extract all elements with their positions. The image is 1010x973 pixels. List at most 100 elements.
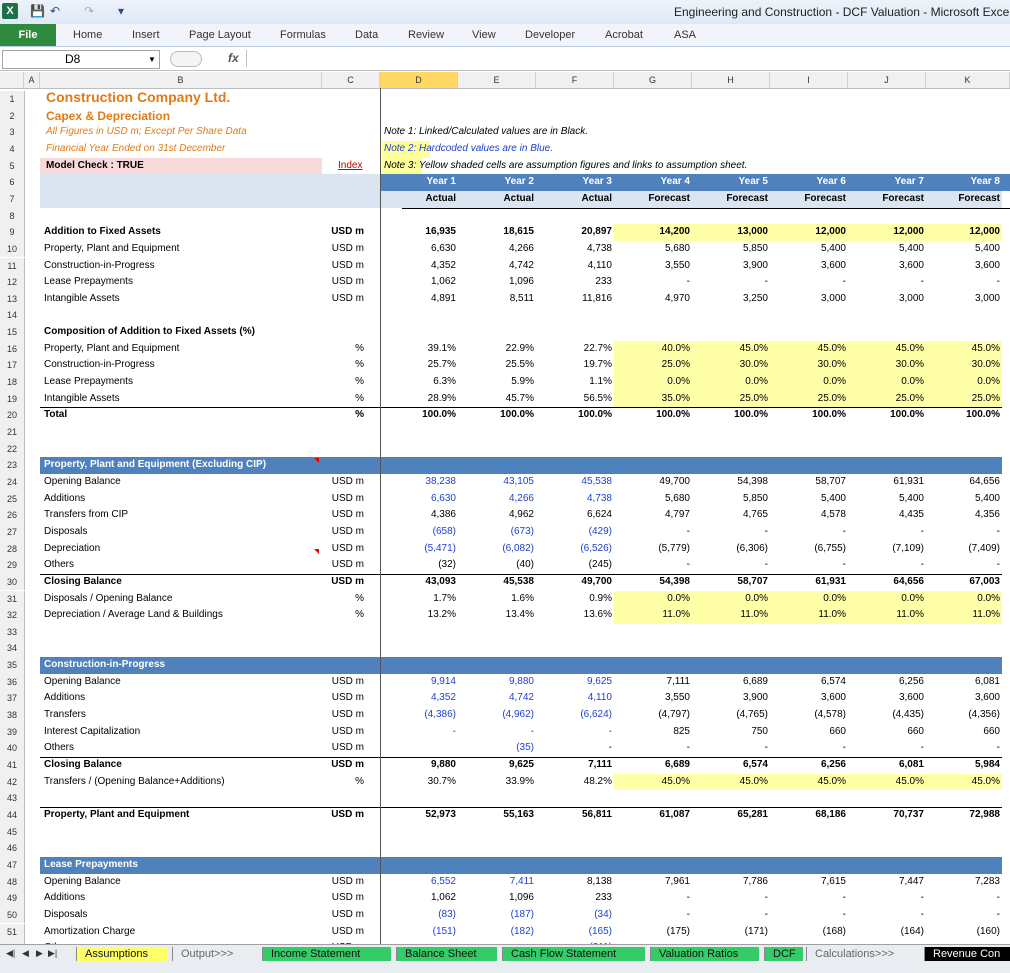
row-header-2[interactable]: 2 — [0, 107, 25, 125]
sheet-tab-calculations[interactable]: Calculations>>> — [806, 947, 919, 961]
tab-insert[interactable]: Insert — [132, 29, 160, 41]
spreadsheet-grid[interactable]: ABCDEFGHIJK 1 2 3 4 5 6 7 8 9 10 11 12 13 14 15 16 17 18 1… — [0, 72, 1010, 944]
row-header-44[interactable]: 44 — [0, 806, 25, 824]
tab-page-layout[interactable]: Page Layout — [189, 29, 251, 41]
row-header-30[interactable]: 30 — [0, 573, 25, 591]
row-header-31[interactable]: 31 — [0, 590, 25, 608]
row-header-5[interactable]: 5 — [0, 157, 25, 175]
column-header-g[interactable]: G — [614, 72, 692, 88]
column-header-h[interactable]: H — [692, 72, 770, 88]
row-header-48[interactable]: 48 — [0, 873, 25, 891]
tab-home[interactable]: Home — [73, 29, 102, 41]
row-header-4[interactable]: 4 — [0, 140, 25, 158]
sheet-tab-income-statement[interactable]: Income Statement — [262, 947, 391, 961]
row-header-19[interactable]: 19 — [0, 390, 25, 408]
tab-acrobat[interactable]: Acrobat — [605, 29, 643, 41]
row-header-28[interactable]: 28 — [0, 540, 25, 558]
redo-icon[interactable]: ↷ — [84, 4, 94, 18]
row-header-39[interactable]: 39 — [0, 723, 25, 741]
row-header-7[interactable]: 7 — [0, 190, 25, 208]
tab-formulas[interactable]: Formulas — [280, 29, 326, 41]
row-header-16[interactable]: 16 — [0, 340, 25, 358]
row-header-21[interactable]: 21 — [0, 424, 25, 441]
row-header-32[interactable]: 32 — [0, 607, 25, 624]
sheet-tab-valuation-ratios[interactable]: Valuation Ratios — [650, 947, 759, 961]
row-header-12[interactable]: 12 — [0, 274, 25, 291]
undo-icon[interactable]: ↶ — [50, 4, 60, 18]
select-all-corner[interactable] — [0, 72, 24, 88]
sheet-tab-cash-flow-statement[interactable]: Cash Flow Statement — [502, 947, 645, 961]
row-header-23[interactable]: 23 — [0, 457, 25, 474]
row-header-38[interactable]: 38 — [0, 707, 25, 724]
row-header-43[interactable]: 43 — [0, 790, 25, 807]
row-header-50[interactable]: 50 — [0, 906, 25, 924]
prev-sheet-icon[interactable]: ◀ — [22, 948, 29, 959]
row-header-46[interactable]: 46 — [0, 840, 25, 857]
column-header-j[interactable]: J — [848, 72, 926, 88]
row-header-41[interactable]: 41 — [0, 757, 25, 774]
row-header-18[interactable]: 18 — [0, 374, 25, 391]
column-header-a[interactable]: A — [24, 72, 40, 88]
customize-quick-access-icon[interactable]: ▾ — [118, 4, 124, 18]
row-header-25[interactable]: 25 — [0, 490, 25, 508]
tab-data[interactable]: Data — [355, 29, 378, 41]
row-header-8[interactable]: 8 — [0, 207, 25, 225]
row-header-45[interactable]: 45 — [0, 823, 25, 841]
row-header-13[interactable]: 13 — [0, 290, 25, 308]
sheet-tab-output[interactable]: Output>>> — [172, 947, 257, 961]
last-sheet-icon[interactable]: ▶| — [48, 948, 57, 959]
tab-review[interactable]: Review — [408, 29, 444, 41]
row-header-24[interactable]: 24 — [0, 473, 25, 491]
year-header-5: Year 5 — [738, 176, 768, 188]
tab-developer[interactable]: Developer — [525, 29, 575, 41]
row-header-15[interactable]: 15 — [0, 324, 25, 341]
row-header-22[interactable]: 22 — [0, 440, 25, 458]
row-header-17[interactable]: 17 — [0, 357, 25, 375]
row-header-3[interactable]: 3 — [0, 124, 25, 141]
row-header-10[interactable]: 10 — [0, 240, 25, 258]
row-header-9[interactable]: 9 — [0, 224, 25, 241]
tab-file[interactable]: File — [0, 24, 56, 46]
row-header-11[interactable]: 11 — [0, 257, 25, 275]
row-header-33[interactable]: 33 — [0, 623, 25, 641]
row-header-37[interactable]: 37 — [0, 690, 25, 708]
row-header-42[interactable]: 42 — [0, 773, 25, 791]
column-header-c[interactable]: C — [322, 72, 380, 88]
row-header-29[interactable]: 29 — [0, 557, 25, 574]
row-header-14[interactable]: 14 — [0, 307, 25, 325]
row-header-40[interactable]: 40 — [0, 740, 25, 757]
row-header-6[interactable]: 6 — [0, 174, 25, 191]
column-header-d[interactable]: D — [380, 72, 458, 88]
insert-function-icon[interactable]: fx — [228, 51, 239, 65]
index-link[interactable]: Index — [338, 158, 378, 175]
first-sheet-icon[interactable]: ◀| — [6, 948, 15, 959]
sheet-tab-revenue-con[interactable]: Revenue Con — [924, 947, 1010, 961]
row-header-27[interactable]: 27 — [0, 523, 25, 541]
column-header-f[interactable]: F — [536, 72, 614, 88]
row-header-49[interactable]: 49 — [0, 890, 25, 907]
tab-view[interactable]: View — [472, 29, 496, 41]
row-header-34[interactable]: 34 — [0, 640, 25, 658]
save-icon[interactable]: 💾 — [30, 4, 45, 18]
row-header-47[interactable]: 47 — [0, 856, 25, 874]
sheet-tab-balance-sheet[interactable]: Balance Sheet — [396, 947, 497, 961]
tab-asa[interactable]: ASA — [674, 29, 696, 41]
row-header-1[interactable]: 1 — [0, 91, 25, 108]
excel-app-icon[interactable]: X — [2, 3, 18, 19]
row-header-20[interactable]: 20 — [0, 407, 25, 424]
chevron-down-icon[interactable]: ▼ — [148, 51, 156, 68]
row-header-51[interactable]: 51 — [0, 923, 25, 941]
column-header-e[interactable]: E — [458, 72, 536, 88]
next-sheet-icon[interactable]: ▶ — [36, 948, 43, 959]
row-header-36[interactable]: 36 — [0, 673, 25, 691]
formula-bar-splitter[interactable] — [170, 51, 202, 67]
column-header-k[interactable]: K — [926, 72, 1010, 88]
row-header-35[interactable]: 35 — [0, 657, 25, 674]
row-header-26[interactable]: 26 — [0, 507, 25, 524]
column-header-i[interactable]: I — [770, 72, 848, 88]
name-box[interactable]: D8 ▼ — [2, 50, 160, 69]
sheet-tab-dcf[interactable]: DCF — [764, 947, 803, 961]
formula-input[interactable] — [246, 50, 1009, 67]
sheet-tab-assumptions[interactable]: Assumptions — [76, 947, 167, 961]
column-header-b[interactable]: B — [40, 72, 322, 88]
